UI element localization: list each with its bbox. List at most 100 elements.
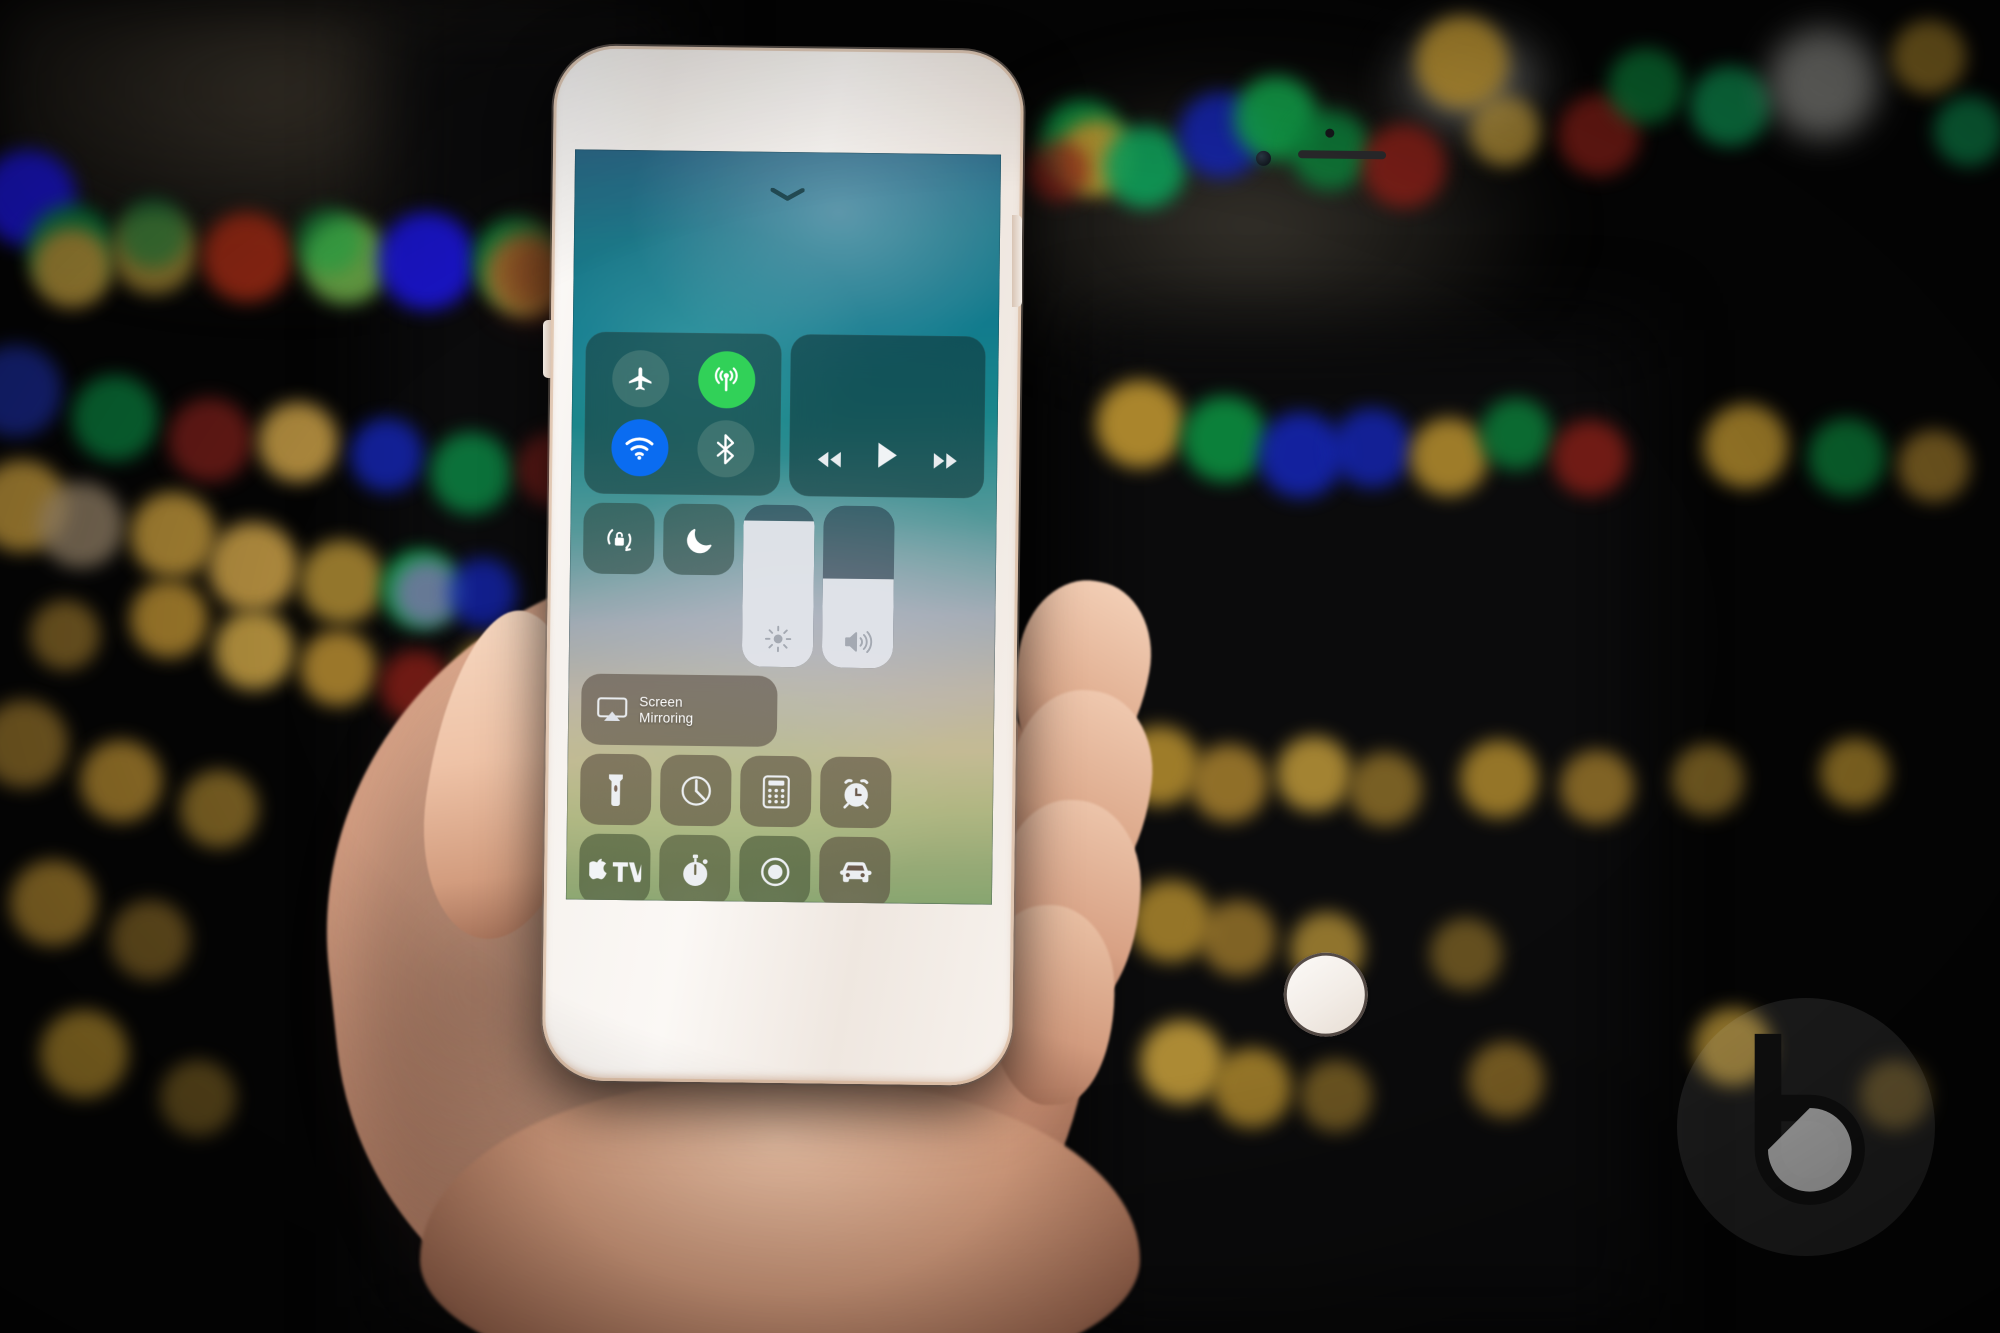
bokeh-dot (1898, 430, 1970, 502)
bokeh-dot (1608, 48, 1684, 124)
bokeh-dot (1276, 736, 1352, 812)
bokeh-dot (168, 398, 252, 482)
bokeh-dot (160, 1060, 236, 1136)
bokeh-dot (130, 492, 216, 578)
bokeh-dot (258, 402, 338, 482)
airplay-icon (596, 695, 628, 723)
apple-tv-icon (588, 856, 641, 883)
car-icon (836, 859, 874, 885)
play-icon[interactable] (876, 441, 898, 469)
apple-tv-remote-button[interactable] (578, 833, 651, 905)
bokeh-dot (32, 228, 112, 308)
stopwatch-button[interactable] (658, 834, 731, 905)
rotation-lock-toggle[interactable] (582, 502, 655, 575)
bokeh-dot (1348, 752, 1422, 826)
bokeh-dot (1672, 744, 1744, 816)
alarm-clock-icon (839, 775, 873, 809)
screen-mirroring-button[interactable]: Screen Mirroring (580, 673, 778, 747)
volume-button[interactable] (543, 320, 551, 378)
stopwatch-icon (679, 852, 711, 888)
bokeh-dot (10, 860, 96, 946)
bokeh-dot (1820, 738, 1890, 808)
fast-forward-icon[interactable] (932, 452, 958, 470)
bokeh-dot (1362, 124, 1446, 208)
calculator-icon (762, 774, 790, 808)
bokeh-dot (72, 375, 158, 461)
cellular-data-toggle[interactable] (697, 350, 756, 409)
screen-mirroring-label: Screen Mirroring (639, 694, 694, 726)
do-not-disturb-toggle[interactable] (662, 503, 735, 576)
bokeh-dot (1768, 28, 1878, 138)
bluetooth-icon (712, 433, 738, 465)
moon-icon (684, 524, 714, 554)
earpiece-speaker (1298, 150, 1387, 160)
brightness-slider[interactable] (741, 504, 815, 668)
screen-recording-button[interactable] (738, 835, 811, 905)
rotation-lock-icon (602, 521, 636, 555)
flashlight-button[interactable] (579, 753, 652, 826)
bokeh-dot (300, 630, 376, 706)
control-center-row-top (583, 331, 986, 499)
bokeh-dot (1028, 140, 1090, 202)
volume-slider[interactable] (821, 505, 895, 669)
dnd-while-driving-button[interactable] (818, 836, 891, 905)
bokeh-dot (1460, 740, 1538, 818)
airplane-mode-toggle[interactable] (611, 349, 670, 408)
bokeh-dot (130, 580, 208, 658)
bokeh-dot (180, 770, 258, 848)
bokeh-dot (1480, 398, 1552, 470)
bluetooth-toggle[interactable] (696, 419, 755, 478)
bokeh-dot (300, 540, 384, 624)
power-button[interactable] (1012, 215, 1022, 307)
bokeh-dot (1704, 404, 1788, 488)
bokeh-dot (1416, 16, 1508, 108)
bokeh-dot (1934, 96, 2000, 166)
bokeh-dot (1258, 412, 1344, 498)
bokeh-dot (296, 208, 362, 274)
bokeh-dot (1200, 900, 1276, 976)
bokeh-dot (1104, 126, 1186, 208)
bokeh-dot (0, 700, 68, 788)
brightness-icon (762, 624, 792, 654)
bokeh-dot (38, 482, 124, 568)
flashlight-icon (607, 772, 624, 806)
control-center-row-mirroring: Screen Mirroring (580, 673, 982, 750)
wifi-toggle[interactable] (610, 418, 669, 477)
chevron-down-icon[interactable] (770, 187, 805, 201)
bokeh-dot (1808, 418, 1886, 496)
control-center-row-shortcuts-2 (578, 833, 980, 905)
calculator-button[interactable] (739, 755, 812, 828)
bokeh-dot (1470, 96, 1540, 166)
bokeh-dot (1560, 750, 1634, 824)
iphone-device: Screen Mirroring (541, 45, 1387, 1086)
timer-button[interactable] (659, 754, 732, 827)
cellular-icon (710, 364, 742, 396)
bokeh-dot (1892, 20, 1966, 94)
bokeh-dot (1552, 420, 1628, 496)
phone-screen[interactable]: Screen Mirroring (565, 149, 1002, 905)
bokeh-dot (1690, 66, 1770, 146)
control-center: Screen Mirroring (578, 331, 986, 905)
bokeh-dot (214, 610, 294, 690)
bokeh-dot (30, 600, 100, 670)
alarm-button[interactable] (819, 756, 892, 829)
bokeh-dot (350, 418, 424, 492)
record-icon (758, 854, 792, 888)
bokeh-dot (110, 900, 190, 980)
bokeh-dot (1468, 1042, 1544, 1118)
photograph: Screen Mirroring (0, 0, 2000, 1333)
bokeh-dot (118, 198, 188, 268)
bokeh-dot (378, 212, 476, 310)
bokeh-dot (1096, 380, 1184, 468)
front-camera (1255, 150, 1272, 166)
bokeh-dot (0, 345, 62, 437)
bokeh-dot (1332, 408, 1412, 488)
rewind-icon[interactable] (816, 450, 842, 468)
bokeh-dot (202, 212, 292, 302)
control-center-row-toggles (582, 502, 984, 670)
bokeh-dot (80, 740, 162, 822)
proximity-sensor (1325, 128, 1335, 138)
bokeh-dot (430, 432, 512, 514)
bokeh-dot (1410, 418, 1488, 496)
now-playing-panel (788, 334, 986, 499)
